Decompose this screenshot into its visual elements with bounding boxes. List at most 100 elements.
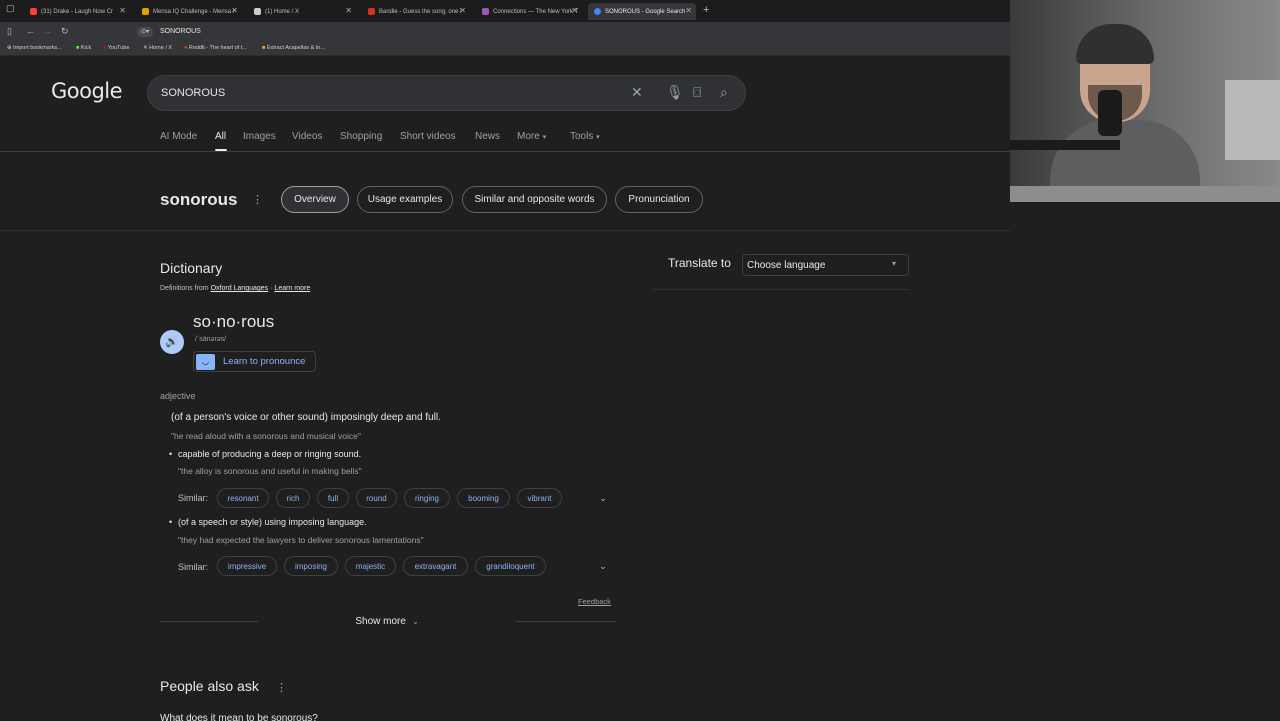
- phonetic: /ˈsänərəs/: [195, 336, 227, 343]
- tab-shopping[interactable]: Shopping: [340, 131, 382, 142]
- chip-pronunciation[interactable]: Pronunciation: [615, 186, 703, 213]
- similar-word-chip[interactable]: full: [317, 488, 349, 508]
- tab-all[interactable]: All: [215, 131, 226, 142]
- similar-word-chip[interactable]: rich: [276, 488, 310, 508]
- caret-down-icon: ▾: [542, 134, 547, 141]
- learn-to-pronounce-button[interactable]: ◡ Learn to pronounce: [193, 351, 316, 372]
- chevron-down-icon: ⌄: [411, 616, 419, 626]
- back-arrow-icon[interactable]: ←: [26, 26, 35, 36]
- tab-news[interactable]: News: [475, 131, 500, 142]
- show-more-label: Show more: [355, 615, 406, 627]
- search-box[interactable]: SONOROUS ✕ 🎙 ⌼ ⌕: [147, 75, 746, 111]
- browser-tab-1[interactable]: (31) Drake - Laugh Now Cr ✕: [24, 3, 130, 20]
- more-options-icon[interactable]: ⋮: [252, 193, 263, 206]
- close-tab-icon[interactable]: ✕: [571, 6, 578, 15]
- tab-tools[interactable]: Tools ▾: [570, 131, 600, 142]
- forward-arrow-icon[interactable]: →: [43, 26, 52, 36]
- search-icon[interactable]: ⌕: [720, 84, 728, 101]
- youtube-favicon-icon: [30, 8, 37, 15]
- people-also-ask-title: People also ask: [160, 678, 259, 694]
- oxford-link[interactable]: Oxford Languages: [211, 285, 269, 292]
- close-tab-icon[interactable]: ✕: [459, 6, 466, 15]
- camera-lens-icon[interactable]: ⌼: [693, 84, 701, 101]
- bookmark-import[interactable]: ⊕ Import bookmarks...: [7, 45, 62, 51]
- folder-icon: ■: [262, 45, 266, 51]
- similar-word-chip[interactable]: booming: [457, 488, 510, 508]
- bookmark-reddit[interactable]: ● Reddit - The heart of t...: [184, 45, 247, 51]
- similar-word-chip[interactable]: vibrant: [517, 488, 562, 508]
- expand-chevron-icon[interactable]: ⌄: [594, 489, 612, 507]
- similar-word-chip[interactable]: ringing: [404, 488, 450, 508]
- close-tab-icon[interactable]: ✕: [685, 6, 692, 15]
- language-select[interactable]: Choose language ▾: [742, 254, 909, 276]
- tab-short-videos[interactable]: Short videos: [400, 131, 456, 142]
- learn-more-link[interactable]: Learn more: [274, 285, 310, 292]
- show-more-button[interactable]: Show more ⌄: [258, 609, 516, 633]
- bookmark-label: Kick: [80, 45, 92, 51]
- bookmark-youtube[interactable]: ● YouTube: [103, 45, 129, 51]
- similar-word-chip[interactable]: impressive: [217, 556, 277, 576]
- close-tab-icon[interactable]: ✕: [119, 6, 126, 15]
- similar-word-chip[interactable]: grandiloquent: [475, 556, 546, 576]
- webcam-desk: [1010, 186, 1280, 202]
- tab-ai-mode[interactable]: AI Mode: [160, 131, 197, 142]
- language-select-value: Choose language: [747, 260, 826, 271]
- speaker-icon[interactable]: 🔊: [160, 330, 184, 354]
- sidebar-icon[interactable]: ▯: [7, 26, 12, 37]
- chip-overview[interactable]: Overview: [281, 186, 349, 213]
- tools-label: Tools: [570, 131, 594, 142]
- term-title: sonorous: [160, 190, 238, 209]
- source-prefix: Definitions from: [160, 285, 211, 292]
- browser-tab-4[interactable]: Bandle - Guess the song, one i ✕: [362, 3, 470, 20]
- part-of-speech: adjective: [160, 391, 196, 401]
- youtube-icon: ●: [103, 45, 107, 51]
- browser-tab-label: (1) Home / X: [265, 8, 300, 15]
- tab-videos[interactable]: Videos: [292, 131, 322, 142]
- browser-tab-5[interactable]: Connections — The New York T ✕: [476, 3, 582, 20]
- feedback-link[interactable]: Feedback: [578, 597, 611, 606]
- reload-icon[interactable]: ↻: [61, 26, 69, 37]
- bookmark-extract[interactable]: ■ Extract Acapellas & In...: [262, 45, 325, 51]
- similar-word-chip[interactable]: imposing: [284, 556, 338, 576]
- tab-images[interactable]: Images: [243, 131, 276, 142]
- tab-more[interactable]: More ▾: [517, 131, 546, 142]
- microphone-icon: [1098, 90, 1122, 136]
- site-info-icon[interactable]: ⊙▾: [137, 27, 153, 37]
- search-nav-tabs: AI Mode All Images Videos Shopping Short…: [0, 129, 1010, 151]
- browser-tab-active[interactable]: SONOROUS - Google Search ✕: [588, 3, 696, 20]
- similar-word-chip[interactable]: resonant: [217, 488, 269, 508]
- bookmark-kick[interactable]: ■ Kick: [76, 45, 91, 51]
- chip-similar-opposite[interactable]: Similar and opposite words: [462, 186, 607, 213]
- section-divider: [0, 230, 1010, 231]
- mensa-favicon-icon: [142, 8, 149, 15]
- bookmark-label: Home / X: [149, 45, 173, 51]
- kick-icon: ■: [76, 45, 80, 51]
- google-logo[interactable]: Google: [51, 79, 123, 103]
- chip-usage-examples[interactable]: Usage examples: [357, 186, 453, 213]
- headword: so·no·rous: [193, 312, 275, 331]
- similar-word-chip[interactable]: majestic: [345, 556, 396, 576]
- definition-1: (of a person's voice or other sound) imp…: [171, 412, 441, 423]
- similar-word-chip[interactable]: extravagant: [403, 556, 468, 576]
- microphone-icon[interactable]: 🎙: [666, 84, 684, 101]
- url-field[interactable]: SONOROUS: [160, 28, 201, 35]
- expand-chevron-icon[interactable]: ⌄: [594, 557, 612, 575]
- clear-search-icon[interactable]: ✕: [631, 84, 643, 101]
- browser-tab-2[interactable]: Mensa IQ Challenge - Mensa I ✕: [136, 3, 242, 20]
- tab-search-icon[interactable]: ▢: [6, 3, 15, 14]
- example-1: "he read aloud with a sonorous and music…: [171, 431, 361, 441]
- nyt-favicon-icon: [482, 8, 489, 15]
- close-tab-icon[interactable]: ✕: [345, 6, 352, 15]
- close-tab-icon[interactable]: ✕: [231, 6, 238, 15]
- x-favicon-icon: [254, 8, 261, 15]
- mouth-icon: ◡: [196, 354, 215, 370]
- bookmark-home-x[interactable]: ✕ Home / X: [143, 45, 172, 51]
- similar-word-chip[interactable]: round: [356, 488, 397, 508]
- search-input[interactable]: SONOROUS: [161, 87, 225, 99]
- dictionary-source: Definitions from Oxford Languages · Lear…: [160, 285, 311, 292]
- more-options-icon[interactable]: ⋮: [276, 681, 287, 694]
- x-icon: ✕: [143, 45, 148, 51]
- browser-tab-3[interactable]: (1) Home / X ✕: [248, 3, 356, 20]
- new-tab-button[interactable]: +: [703, 4, 709, 16]
- browser-tab-label: Bandle - Guess the song, one i: [379, 8, 462, 15]
